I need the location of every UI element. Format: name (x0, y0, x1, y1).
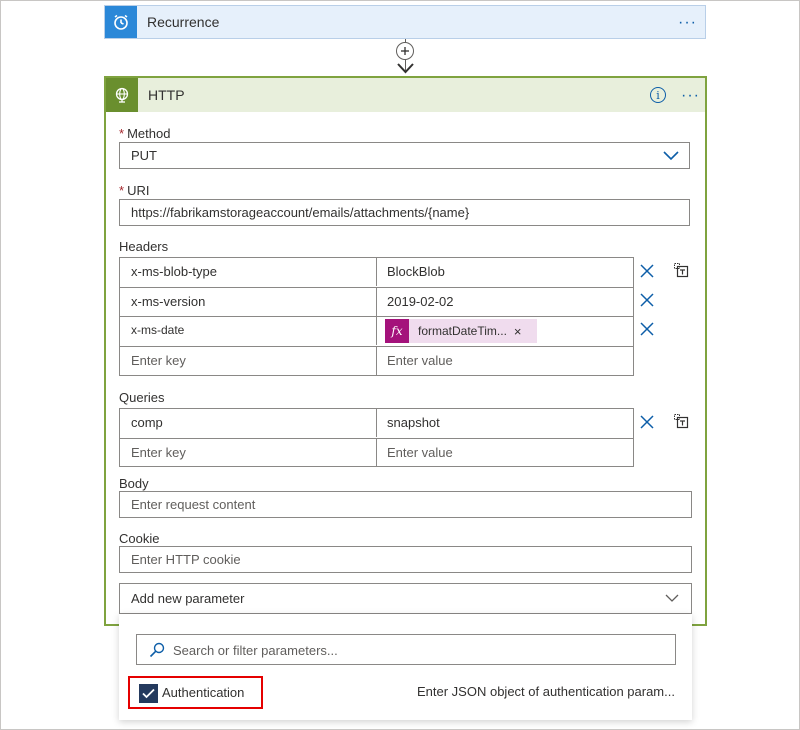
query-value-input[interactable]: snapshot (377, 409, 633, 437)
search-placeholder: Search or filter parameters... (173, 643, 338, 658)
headers-label: Headers (119, 239, 169, 254)
plus-icon (401, 47, 409, 55)
header-key-input[interactable]: x-ms-date (120, 317, 377, 345)
expression-token[interactable]: fx formatDateTim... × (385, 319, 537, 343)
authentication-description: Enter JSON object of authentication para… (417, 684, 675, 699)
delete-query-button[interactable] (640, 415, 654, 429)
table-row: x-ms-blob-type BlockBlob (120, 258, 633, 287)
query-key-input[interactable]: Enter key (120, 439, 377, 467)
http-more-button[interactable]: ··· (681, 88, 700, 104)
method-label: * Method (119, 126, 171, 141)
header-key-input[interactable]: Enter key (120, 347, 377, 375)
parameter-dropdown-panel: Search or filter parameters... Authentic… (119, 614, 692, 720)
queries-label: Queries (119, 390, 165, 405)
header-value-input[interactable]: Enter value (377, 347, 633, 375)
function-icon: fx (385, 319, 409, 343)
info-icon[interactable]: i (650, 87, 666, 103)
parameter-search-input[interactable]: Search or filter parameters... (136, 634, 676, 665)
cookie-label: Cookie (119, 531, 160, 546)
cookie-input[interactable]: Enter HTTP cookie (119, 546, 692, 573)
header-value-input[interactable]: 2019-02-02 (377, 288, 633, 316)
method-dropdown[interactable]: PUT (119, 142, 690, 169)
delete-header-button[interactable] (640, 322, 654, 336)
switch-text-mode-icon[interactable] (673, 262, 689, 278)
query-value-input[interactable]: Enter value (377, 439, 633, 467)
add-parameter-label: Add new parameter (131, 591, 245, 606)
recurrence-title: Recurrence (147, 14, 220, 30)
method-value: PUT (131, 148, 157, 163)
globe-icon (106, 78, 138, 112)
header-value-input[interactable]: BlockBlob (377, 258, 633, 286)
uri-input[interactable]: https://fabrikamstorageaccount/emails/at… (119, 199, 690, 226)
header-value-input[interactable]: fx formatDateTim... × (377, 317, 633, 345)
arrow-down-icon (397, 63, 414, 74)
http-title: HTTP (148, 87, 185, 103)
table-row: x-ms-version 2019-02-02 (120, 287, 633, 316)
uri-label: * URI (119, 183, 150, 198)
recurrence-more-button[interactable]: ··· (678, 15, 697, 31)
headers-table: x-ms-blob-type BlockBlob x-ms-version 20… (119, 257, 634, 376)
clock-icon (105, 6, 137, 38)
token-label: formatDateTim... (418, 323, 507, 338)
authentication-checkbox[interactable] (139, 684, 158, 703)
query-key-input[interactable]: comp (120, 409, 377, 437)
add-step-button[interactable] (396, 42, 414, 60)
search-icon (149, 642, 165, 658)
body-input[interactable]: Enter request content (119, 491, 692, 518)
header-key-input[interactable]: x-ms-blob-type (120, 258, 377, 286)
recurrence-card[interactable]: Recurrence ··· (104, 5, 706, 39)
http-header[interactable]: HTTP i ··· (106, 78, 705, 112)
table-row: comp snapshot (120, 409, 633, 438)
add-parameter-dropdown[interactable]: Add new parameter (119, 583, 692, 614)
authentication-option[interactable]: Authentication (128, 676, 263, 709)
delete-header-button[interactable] (640, 264, 654, 278)
queries-table: comp snapshot Enter key Enter value (119, 408, 634, 467)
table-row: x-ms-date fx formatDateTim... × (120, 316, 633, 345)
chevron-down-icon (663, 151, 679, 161)
remove-token-button[interactable]: × (514, 318, 522, 345)
table-row: Enter key Enter value (120, 438, 633, 467)
switch-text-mode-icon[interactable] (673, 413, 689, 429)
header-key-input[interactable]: x-ms-version (120, 288, 377, 316)
authentication-label: Authentication (162, 685, 245, 700)
body-label: Body (119, 476, 149, 491)
table-row: Enter key Enter value (120, 346, 633, 375)
delete-header-button[interactable] (640, 293, 654, 307)
chevron-down-icon (665, 594, 679, 602)
checkmark-icon (142, 688, 155, 699)
